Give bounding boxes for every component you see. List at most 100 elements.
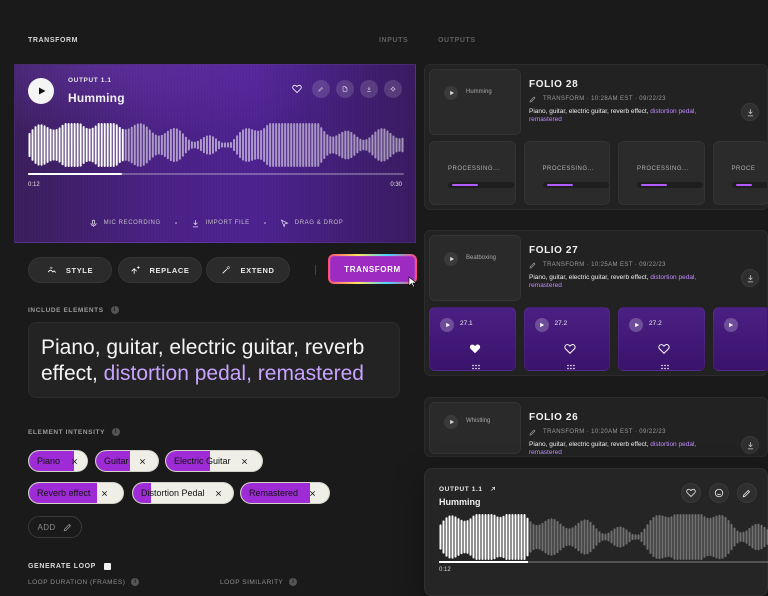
progress-bar[interactable] xyxy=(28,173,404,175)
chip-piano[interactable]: Piano xyxy=(28,450,88,472)
processing-card[interactable]: PROCE xyxy=(712,141,767,205)
generate-loop-checkbox[interactable] xyxy=(103,563,111,570)
favorite-button[interactable] xyxy=(658,342,670,354)
download-button[interactable] xyxy=(360,80,378,98)
overlay-waveform[interactable] xyxy=(439,514,768,560)
replace-button[interactable]: REPLACE xyxy=(118,257,202,283)
waveform-bar xyxy=(514,514,517,560)
waveform-bar xyxy=(466,520,469,554)
remove-chip-button[interactable] xyxy=(239,455,251,467)
waveform-bar xyxy=(344,130,347,160)
mini-player-overlay[interactable]: OUTPUT 1.1 Humming 0:12 xyxy=(424,468,768,596)
more-options-button[interactable] xyxy=(471,357,481,370)
drag-and-drop[interactable]: DRAG & DROP xyxy=(280,218,344,228)
info-icon[interactable]: i xyxy=(110,306,119,314)
favorite-button[interactable] xyxy=(563,342,576,354)
mic-recording[interactable]: MIC RECORDING xyxy=(89,219,161,228)
overlay-kicker: OUTPUT 1.1 xyxy=(439,485,497,493)
waveform-bar xyxy=(302,123,305,167)
overlay-progress[interactable] xyxy=(439,561,768,563)
info-icon[interactable]: i xyxy=(112,428,121,436)
download-button[interactable] xyxy=(741,436,759,454)
version-card[interactable]: 27.2 xyxy=(618,307,705,371)
processing-label: PROCE xyxy=(731,166,756,172)
download-button[interactable] xyxy=(741,103,759,121)
waveform-bar xyxy=(383,128,386,162)
folio-card[interactable]: Whistling FOLIO 26 TRANSFORM · 10:20AM E… xyxy=(424,397,768,457)
play-button[interactable] xyxy=(444,415,458,429)
waveform-bar xyxy=(607,532,610,542)
folio-card[interactable]: Beatboxing FOLIO 27 TRANSFORM · 10:25AM … xyxy=(424,230,768,376)
waveform[interactable] xyxy=(28,123,404,167)
processing-card[interactable]: PROCESSING... xyxy=(523,141,611,205)
play-button[interactable] xyxy=(629,318,644,332)
remove-chip-button[interactable] xyxy=(306,487,318,499)
waveform-bar xyxy=(502,515,505,559)
folio-thumb[interactable]: Humming xyxy=(429,69,521,135)
include-elements-box[interactable]: Piano, guitar, electric guitar, reverb e… xyxy=(28,322,400,398)
remove-chip-button[interactable] xyxy=(98,487,110,499)
waveform-bar xyxy=(589,521,592,553)
add-element-button[interactable]: ADD xyxy=(28,516,82,538)
info-icon[interactable]: i xyxy=(289,578,298,586)
waveform-bar xyxy=(37,124,40,166)
tab-inputs[interactable]: INPUTS xyxy=(379,37,408,44)
transform-button[interactable]: TRANSFORM xyxy=(328,254,417,284)
info-icon[interactable]: i xyxy=(131,578,140,586)
waveform-bar xyxy=(487,514,490,560)
edit-button[interactable] xyxy=(312,80,330,98)
folio-card[interactable]: Humming FOLIO 28 TRANSFORM · 10:28AM EST… xyxy=(424,64,768,210)
waveform-bar xyxy=(613,528,616,546)
collapse-button[interactable] xyxy=(384,80,402,98)
waveform-bar xyxy=(178,130,181,160)
play-button[interactable] xyxy=(444,86,458,100)
download-button[interactable] xyxy=(741,269,759,287)
chip-guitar[interactable]: Guitar xyxy=(95,450,159,472)
version-card[interactable] xyxy=(712,307,767,371)
waveform-bar xyxy=(245,128,248,162)
waveform-bar xyxy=(239,131,242,159)
remove-chip-button[interactable] xyxy=(68,455,80,467)
meta-text: TRANSFORM · 10:28AM EST · 09/22/23 xyxy=(543,96,666,102)
overlay-kicker-text: OUTPUT 1.1 xyxy=(439,485,483,493)
folio-thumb[interactable]: Whistling xyxy=(429,402,521,454)
play-button[interactable] xyxy=(440,318,454,332)
waveform-bar xyxy=(115,124,118,166)
more-options-button[interactable] xyxy=(566,357,576,370)
chip-distortion-pedal[interactable]: Distortion Pedal xyxy=(132,482,234,504)
emoji-button[interactable] xyxy=(709,483,729,503)
waveform-bar xyxy=(676,514,679,560)
play-button[interactable] xyxy=(444,252,458,266)
version-card[interactable]: 27.2 xyxy=(523,307,611,371)
tab-outputs[interactable]: OUTPUTS xyxy=(438,37,476,44)
chip-reverb-effect[interactable]: Reverb effect xyxy=(28,482,124,504)
waveform-bar xyxy=(499,516,502,558)
waveform-bar xyxy=(685,514,688,560)
waveform-bar xyxy=(221,142,224,148)
waveform-bar xyxy=(236,135,239,155)
play-button[interactable] xyxy=(534,318,549,332)
folio-description: Piano, guitar, electric guitar, reverb e… xyxy=(529,441,719,456)
more-options-button[interactable] xyxy=(660,357,670,370)
play-button[interactable] xyxy=(28,78,54,104)
favorite-button[interactable] xyxy=(681,483,701,503)
chip-remastered[interactable]: Remastered xyxy=(240,482,330,504)
file-button[interactable] xyxy=(336,80,354,98)
processing-card[interactable]: PROCESSING... xyxy=(618,141,705,205)
import-file[interactable]: IMPORT FILE xyxy=(191,219,250,228)
waveform-bar xyxy=(311,123,314,167)
play-button[interactable] xyxy=(723,318,738,332)
processing-card[interactable]: PROCESSING... xyxy=(429,141,516,205)
remove-chip-button[interactable] xyxy=(137,455,149,467)
waveform-bar xyxy=(272,123,275,167)
folio-thumb[interactable]: Beatboxing xyxy=(429,235,521,301)
extend-button[interactable]: EXTEND xyxy=(206,257,290,283)
style-button[interactable]: STYLE xyxy=(28,257,112,283)
chip-electric-guitar[interactable]: Electric Guitar xyxy=(165,450,263,472)
remove-chip-button[interactable] xyxy=(213,487,225,499)
version-card[interactable]: 27.1 xyxy=(429,307,516,371)
favorite-button[interactable] xyxy=(288,80,306,98)
edit-button[interactable] xyxy=(737,483,757,503)
chip-label: Remastered xyxy=(249,488,299,498)
favorite-button[interactable] xyxy=(469,342,481,354)
